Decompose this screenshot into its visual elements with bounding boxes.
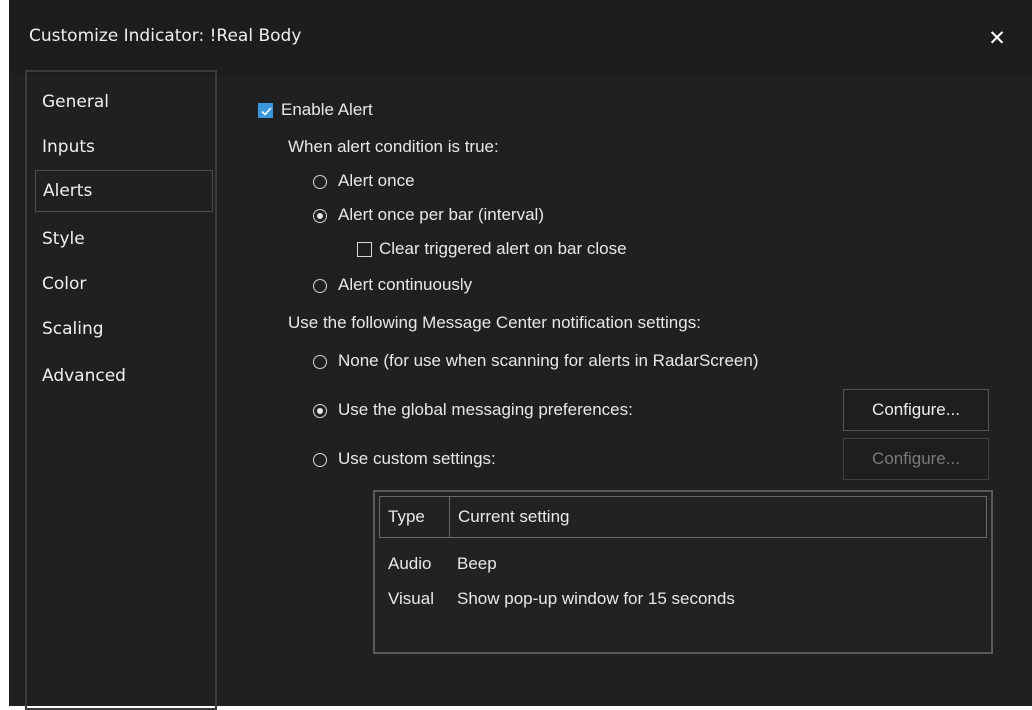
configure-global-button[interactable]: Configure...	[843, 389, 989, 431]
alert-once-radio[interactable]	[313, 175, 327, 189]
column-header-current-setting[interactable]: Current setting	[450, 497, 986, 537]
notify-custom-radio[interactable]	[313, 453, 327, 467]
sidebar-item-scaling[interactable]: Scaling	[35, 309, 213, 351]
configure-custom-button[interactable]: Configure...	[843, 438, 989, 480]
checkmark-icon	[261, 107, 272, 116]
notify-global-label: Use the global messaging preferences:	[338, 400, 633, 419]
table-cell: Visual	[388, 589, 434, 608]
alert-once-label: Alert once	[338, 171, 415, 190]
notification-settings-table: Type Current setting Audio Beep Visual S…	[373, 490, 993, 654]
enable-alert-checkbox[interactable]	[258, 103, 273, 118]
sidebar-nav: General Inputs Alerts Style Color Scalin…	[25, 70, 217, 710]
notify-none-label: None (for use when scanning for alerts i…	[338, 351, 759, 370]
notify-custom-label: Use custom settings:	[338, 449, 496, 468]
condition-heading: When alert condition is true:	[288, 137, 499, 156]
sidebar-item-general[interactable]: General	[35, 82, 213, 124]
alert-continuously-radio[interactable]	[313, 279, 327, 293]
column-header-type[interactable]: Type	[380, 497, 450, 537]
notification-heading: Use the following Message Center notific…	[288, 313, 701, 332]
title-bar: Customize Indicator: !Real Body ✕	[9, 0, 1032, 76]
sidebar-item-alerts[interactable]: Alerts	[35, 170, 213, 212]
table-cell: Audio	[388, 554, 432, 573]
sidebar-item-advanced[interactable]: Advanced	[35, 356, 213, 398]
close-icon[interactable]: ✕	[983, 24, 1011, 52]
sidebar-item-color[interactable]: Color	[35, 264, 213, 306]
alert-once-per-bar-label: Alert once per bar (interval)	[338, 205, 544, 224]
window-title: Customize Indicator: !Real Body	[29, 26, 302, 46]
dialog-window: Customize Indicator: !Real Body ✕ Genera…	[9, 0, 1032, 710]
table-row[interactable]: Visual Show pop-up window for 15 seconds	[379, 583, 987, 615]
alert-once-per-bar-radio[interactable]	[313, 209, 327, 223]
clear-triggered-label: Clear triggered alert on bar close	[379, 239, 627, 258]
sidebar-item-inputs[interactable]: Inputs	[35, 127, 213, 169]
sidebar-item-style[interactable]: Style	[35, 219, 213, 261]
table-cell: Show pop-up window for 15 seconds	[457, 589, 735, 608]
clear-triggered-checkbox[interactable]	[357, 242, 372, 257]
table-row[interactable]: Audio Beep	[379, 548, 987, 580]
alert-continuously-label: Alert continuously	[338, 275, 473, 294]
table-cell: Beep	[457, 554, 497, 573]
notify-global-radio[interactable]	[313, 404, 327, 418]
table-header: Type Current setting	[379, 496, 987, 538]
notify-none-radio[interactable]	[313, 355, 327, 369]
enable-alert-label: Enable Alert	[281, 100, 373, 119]
